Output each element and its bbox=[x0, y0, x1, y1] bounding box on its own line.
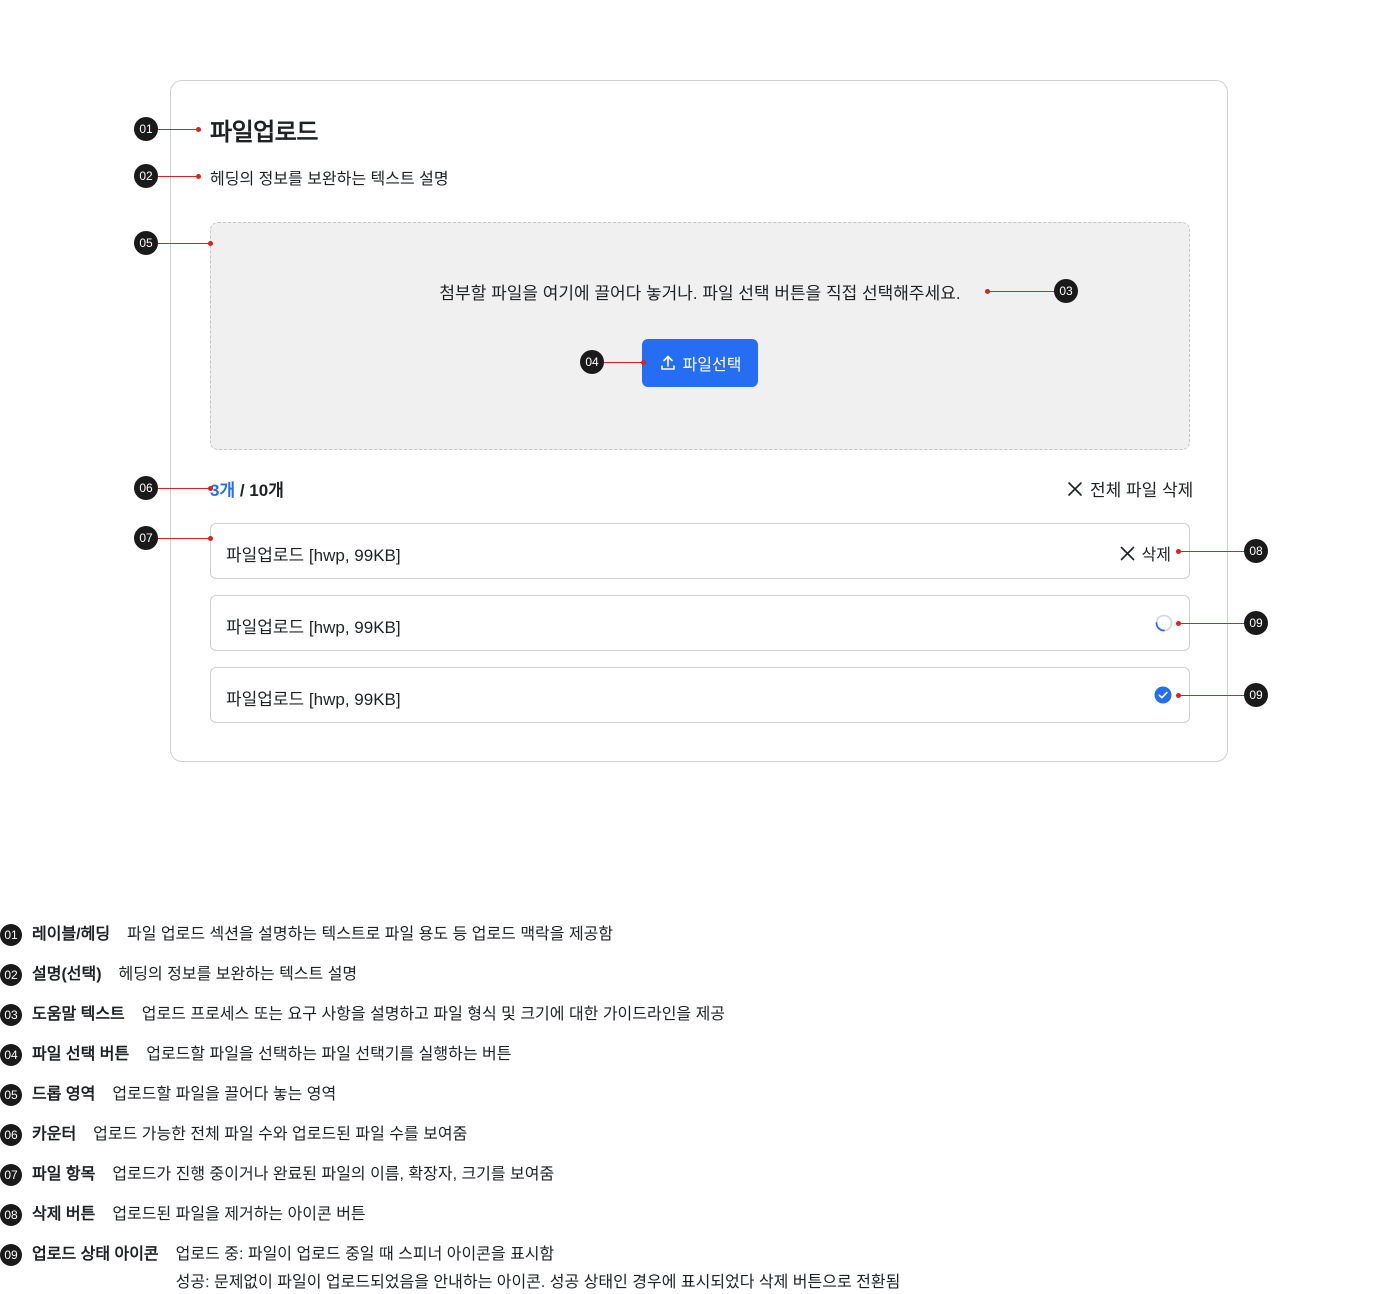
legend-text: 업로드된 파일을 제거하는 아이콘 버튼 bbox=[112, 1206, 366, 1223]
callout-badge: 04 bbox=[580, 350, 604, 374]
legend-term: 삭제 버튼 bbox=[32, 1206, 96, 1223]
callout-dot bbox=[208, 486, 213, 491]
file-item: 파일업로드 [hwp, 99KB] 삭제 bbox=[210, 523, 1190, 579]
legend-text: 업로드할 파일을 끌어다 놓는 영역 bbox=[112, 1086, 337, 1103]
callout-dot bbox=[208, 536, 213, 541]
file-item: 파일업로드 [hwp, 99KB] bbox=[210, 667, 1190, 723]
legend-badge: 07 bbox=[0, 1164, 22, 1186]
legend-item: 04 파일 선택 버튼 업로드할 파일을 선택하는 파일 선택기를 실행하는 버… bbox=[0, 1044, 511, 1066]
callout-line bbox=[1179, 551, 1245, 552]
close-icon bbox=[1120, 546, 1134, 560]
legend-badge: 01 bbox=[0, 924, 22, 946]
spinner-icon bbox=[1155, 614, 1173, 632]
legend-term: 파일 선택 버튼 bbox=[32, 1046, 130, 1063]
callout-badge: 09 bbox=[1244, 683, 1268, 707]
legend-badge: 08 bbox=[0, 1204, 22, 1226]
callout-line bbox=[988, 291, 1056, 292]
legend-term: 카운터 bbox=[32, 1126, 77, 1143]
file-item: 파일업로드 [hwp, 99KB] bbox=[210, 595, 1190, 651]
file-name: 파일업로드 [hwp, 99KB] bbox=[226, 546, 401, 565]
legend-badge: 04 bbox=[0, 1044, 22, 1066]
legend-badge: 09 bbox=[0, 1244, 22, 1266]
file-delete-button[interactable]: 삭제 bbox=[1119, 541, 1171, 565]
legend-text: 업로드가 진행 중이거나 완료된 파일의 이름, 확장자, 크기를 보여줌 bbox=[112, 1166, 555, 1183]
legend-item: 03 도움말 텍스트 업로드 프로세스 또는 요구 사항을 설명하고 파일 형식… bbox=[0, 1004, 725, 1026]
file-select-button[interactable]: 파일선택 bbox=[642, 339, 758, 387]
callout-badge: 09 bbox=[1244, 611, 1268, 635]
callout-line bbox=[158, 129, 198, 130]
legend-item: 05 드롭 영역 업로드할 파일을 끌어다 놓는 영역 bbox=[0, 1084, 336, 1106]
legend-text: 업로드 프로세스 또는 요구 사항을 설명하고 파일 형식 및 크기에 대한 가… bbox=[141, 1006, 726, 1023]
legend-term: 설명(선택) bbox=[32, 966, 102, 983]
legend-term: 도움말 텍스트 bbox=[32, 1006, 125, 1023]
callout-line bbox=[158, 176, 198, 177]
legend-item: 07 파일 항목 업로드가 진행 중이거나 완료된 파일의 이름, 확장자, 크… bbox=[0, 1164, 554, 1186]
legend-text: 헤딩의 정보를 보완하는 텍스트 설명 bbox=[118, 966, 358, 983]
callout-dot bbox=[196, 174, 201, 179]
check-circle-icon bbox=[1154, 686, 1172, 704]
counter-current: 3개 bbox=[210, 481, 236, 500]
callout-dot bbox=[208, 241, 213, 246]
callout-badge: 07 bbox=[134, 526, 158, 550]
callout-badge: 01 bbox=[134, 117, 158, 141]
delete-all-button[interactable]: 전체 파일 삭제 bbox=[1066, 476, 1193, 501]
callout-line bbox=[1179, 695, 1245, 696]
file-name: 파일업로드 [hwp, 99KB] bbox=[226, 690, 401, 709]
file-name: 파일업로드 [hwp, 99KB] bbox=[226, 618, 401, 637]
callout-dot bbox=[196, 127, 201, 132]
callout-line bbox=[158, 243, 210, 244]
callout-badge: 08 bbox=[1244, 539, 1268, 563]
drop-zone[interactable] bbox=[210, 222, 1190, 450]
upload-description: 헤딩의 정보를 보완하는 텍스트 설명 bbox=[210, 171, 449, 188]
legend-badge: 05 bbox=[0, 1084, 22, 1106]
legend-item: 09 업로드 상태 아이콘 업로드 중: 파일이 업로드 중일 때 스피너 아이… bbox=[0, 1244, 900, 1294]
file-counter: 3개 / 10개 bbox=[210, 476, 284, 501]
file-select-button-label: 파일선택 bbox=[682, 357, 742, 374]
legend-badge: 02 bbox=[0, 964, 22, 986]
callout-badge: 05 bbox=[134, 231, 158, 255]
callout-line bbox=[1179, 623, 1245, 624]
callout-badge: 06 bbox=[134, 476, 158, 500]
legend-text: 업로드 중: 파일이 업로드 중일 때 스피너 아이콘을 표시함 bbox=[175, 1246, 555, 1263]
callout-line bbox=[604, 362, 644, 363]
callout-line bbox=[158, 538, 210, 539]
legend-item: 02 설명(선택) 헤딩의 정보를 보완하는 텍스트 설명 bbox=[0, 964, 357, 986]
legend-text: 업로드할 파일을 선택하는 파일 선택기를 실행하는 버튼 bbox=[146, 1046, 512, 1063]
upload-icon bbox=[660, 355, 675, 370]
legend-item: 06 카운터 업로드 가능한 전체 파일 수와 업로드된 파일 수를 보여줌 bbox=[0, 1124, 467, 1146]
legend-term: 파일 항목 bbox=[32, 1166, 96, 1183]
delete-all-label: 전체 파일 삭제 bbox=[1090, 481, 1194, 500]
legend-term: 업로드 상태 아이콘 bbox=[32, 1246, 159, 1263]
legend-text-group: 업로드 중: 파일이 업로드 중일 때 스피너 아이콘을 표시함 성공: 문제없… bbox=[176, 1244, 901, 1294]
legend-item: 01 레이블/헤딩 파일 업로드 섹션을 설명하는 텍스트로 파일 용도 등 업… bbox=[0, 924, 613, 946]
callout-dot bbox=[641, 360, 646, 365]
callout-line bbox=[158, 488, 210, 489]
legend-text: 파일 업로드 섹션을 설명하는 텍스트로 파일 용도 등 업로드 맥락을 제공함 bbox=[127, 926, 614, 943]
callout-badge: 03 bbox=[1054, 279, 1078, 303]
file-delete-label: 삭제 bbox=[1141, 547, 1171, 564]
legend-badge: 03 bbox=[0, 1004, 22, 1026]
callout-badge: 02 bbox=[134, 164, 158, 188]
legend-item: 08 삭제 버튼 업로드된 파일을 제거하는 아이콘 버튼 bbox=[0, 1204, 366, 1226]
legend-term: 드롭 영역 bbox=[32, 1086, 96, 1103]
legend-term: 레이블/헤딩 bbox=[32, 926, 111, 943]
counter-total: / 10개 bbox=[235, 481, 284, 500]
close-icon bbox=[1068, 481, 1082, 496]
legend-text: 업로드 가능한 전체 파일 수와 업로드된 파일 수를 보여줌 bbox=[93, 1126, 468, 1143]
legend-badge: 06 bbox=[0, 1124, 22, 1146]
upload-heading: 파일업로드 bbox=[210, 119, 318, 146]
